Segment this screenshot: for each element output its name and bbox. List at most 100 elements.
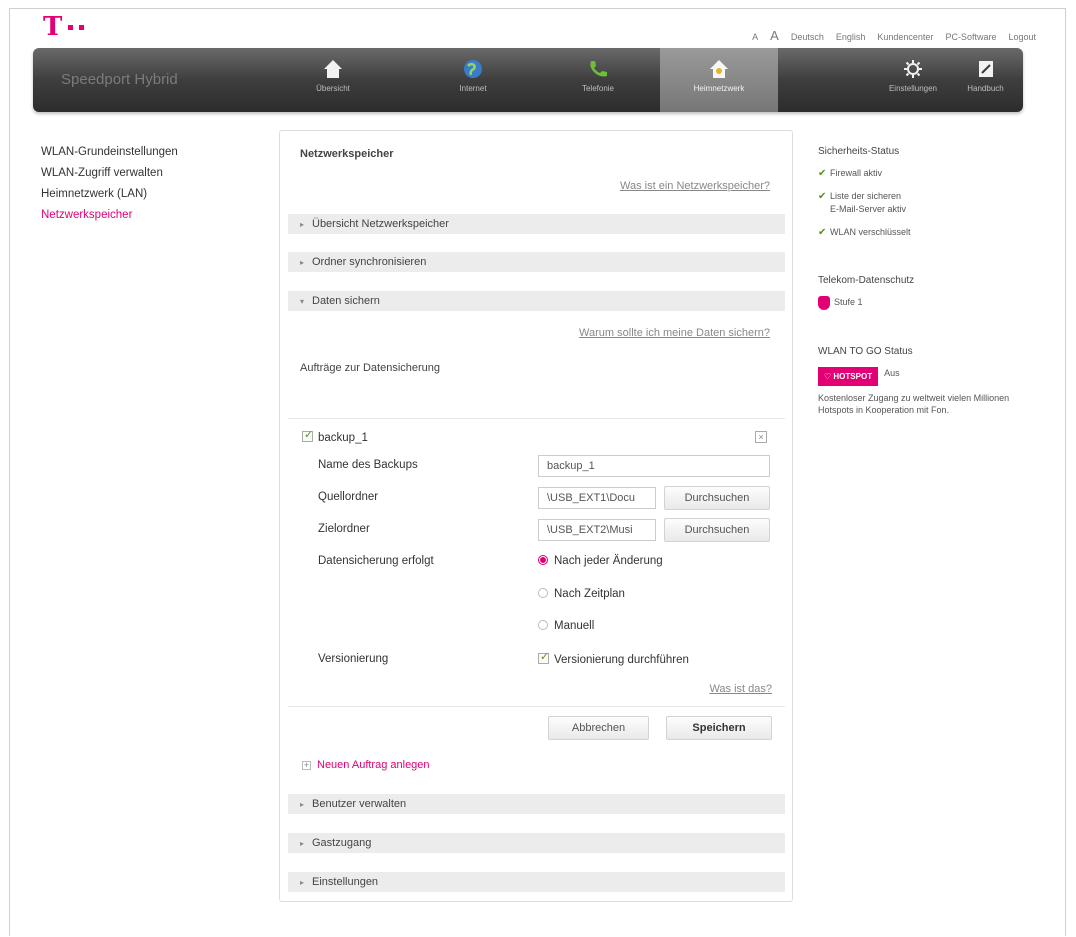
save-button[interactable]: Speichern <box>666 716 772 740</box>
nav-label: Einstellungen <box>888 84 938 93</box>
nav-label: Telefonie <box>581 84 615 93</box>
section-label: Daten sichern <box>312 295 380 307</box>
nav-item-internet[interactable]: Internet <box>428 48 518 112</box>
hotspot-badge-label: HOTSPOT <box>833 372 873 381</box>
section-label: Einstellungen <box>312 876 379 888</box>
logout-link[interactable]: Logout <box>1008 32 1036 42</box>
main-navigation: Speedport Hybrid Übersicht Internet Tele… <box>33 48 1023 112</box>
pc-software-link[interactable]: PC-Software <box>945 32 996 42</box>
target-folder-input[interactable] <box>538 519 656 541</box>
radio-manuell[interactable]: Manuell <box>538 620 594 632</box>
radio-label: Nach Zeitplan <box>554 588 625 600</box>
hotspot-description: Kostenloser Zugang zu weltweit vielen Mi… <box>818 393 1010 415</box>
help-link-daten-sichern[interactable]: Warum sollte ich meine Daten sichern? <box>579 327 770 339</box>
sidebar-item-netzwerkspeicher[interactable]: Netzwerkspeicher <box>41 209 178 221</box>
help-link-netzwerkspeicher[interactable]: Was ist ein Netzwerkspeicher? <box>620 180 770 192</box>
new-job-link[interactable]: + Neuen Auftrag anlegen <box>302 759 430 771</box>
home-icon <box>324 60 342 78</box>
nav-item-telefonie[interactable]: Telefonie <box>553 48 643 112</box>
nav-item-uebersicht[interactable]: Übersicht <box>288 48 378 112</box>
versioning-option[interactable]: Versionierung durchführen <box>538 650 689 666</box>
section-label: Gastzugang <box>312 837 372 849</box>
globe-icon <box>464 60 482 78</box>
hotspot-badge[interactable]: ♡ HOTSPOT <box>818 367 879 386</box>
status-item-firewall: ✔ Firewall aktiv <box>818 167 1038 180</box>
home-network-icon <box>710 60 728 78</box>
radio-label: Nach jeder Änderung <box>554 555 663 567</box>
privacy-level[interactable]: Stufe 1 <box>818 296 1038 310</box>
backup-name-label: Name des Backups <box>318 459 418 471</box>
hotspot-status: ♡ HOTSPOT Aus <box>818 367 1038 386</box>
nav-item-einstellungen[interactable]: Einstellungen <box>868 48 958 112</box>
phone-icon <box>590 61 607 77</box>
backup-job-name: backup_1 <box>318 432 368 444</box>
source-folder-input[interactable] <box>538 487 656 509</box>
chevron-down-icon: ▾ <box>300 297 305 306</box>
section-benutzer-verwalten[interactable]: ▸ Benutzer verwalten <box>288 794 785 814</box>
nav-label: Übersicht <box>316 84 350 93</box>
status-item-wlan: ✔ WLAN verschlüsselt <box>818 226 1038 239</box>
backup-name-input[interactable] <box>538 455 770 477</box>
sidebar-item-wlan-zugriff[interactable]: WLAN-Zugriff verwalten <box>41 167 178 179</box>
source-folder-label: Quellordner <box>318 491 379 503</box>
radio-unselected[interactable] <box>538 620 548 630</box>
status-column: Sicherheits-Status ✔ Firewall aktiv ✔ Lis… <box>818 146 1038 416</box>
target-folder-label: Zielordner <box>318 523 370 535</box>
font-size-large-link[interactable]: A <box>770 28 779 43</box>
status-item-email-server: ✔ Liste der sicheren E-Mail-Server aktiv <box>818 190 1038 216</box>
page-title: Netzwerkspeicher <box>300 148 394 160</box>
chevron-right-icon: ▸ <box>300 878 305 887</box>
nav-label: Handbuch <box>967 84 1004 93</box>
nav-item-heimnetzwerk[interactable]: Heimnetzwerk <box>660 48 778 112</box>
kundencenter-link[interactable]: Kundencenter <box>877 32 933 42</box>
logo-dot <box>68 24 74 30</box>
section-ordner-synchronisieren[interactable]: ▸ Ordner synchronisieren <box>288 252 785 272</box>
sidebar-item-heimnetzwerk-lan[interactable]: Heimnetzwerk (LAN) <box>41 188 178 200</box>
versioning-help-link[interactable]: Was ist das? <box>709 683 772 695</box>
brand-name: Speedport Hybrid <box>61 71 178 88</box>
section-einstellungen[interactable]: ▸ Einstellungen <box>288 872 785 892</box>
radio-selected[interactable] <box>538 555 548 565</box>
section-gastzugang[interactable]: ▸ Gastzugang <box>288 833 785 853</box>
status-text: WLAN verschlüsselt <box>830 227 911 237</box>
radio-nach-zeitplan[interactable]: Nach Zeitplan <box>538 588 625 600</box>
language-deutsch-link[interactable]: Deutsch <box>791 32 824 42</box>
privacy-level-text: Stufe 1 <box>834 297 863 307</box>
backup-enabled-checkbox[interactable] <box>302 428 313 442</box>
section-daten-sichern[interactable]: ▾ Daten sichern <box>288 291 785 311</box>
close-icon[interactable]: × <box>755 431 767 443</box>
divider <box>288 706 785 707</box>
browse-target-button[interactable]: Durchsuchen <box>664 518 770 542</box>
nav-item-handbuch[interactable]: Handbuch <box>948 48 1023 112</box>
hotspot-state: Aus <box>884 368 900 378</box>
versioning-checkbox[interactable] <box>538 650 549 664</box>
book-icon <box>978 61 993 77</box>
schedule-label: Datensicherung erfolgt <box>318 555 434 567</box>
status-text: Firewall aktiv <box>830 168 883 178</box>
section-label: Benutzer verwalten <box>312 798 407 810</box>
privacy-title: Telekom-Datenschutz <box>818 275 915 286</box>
status-text-group: Liste der sicheren E-Mail-Server aktiv <box>830 190 906 216</box>
chevron-right-icon: ▸ <box>300 839 305 848</box>
chevron-right-icon: ▸ <box>300 220 305 229</box>
gear-icon <box>904 60 922 78</box>
radio-nach-jeder-aenderung[interactable]: Nach jeder Änderung <box>538 555 663 567</box>
versioning-label: Versionierung <box>318 653 389 665</box>
logo-dot <box>79 24 85 30</box>
wlan-to-go-title: WLAN TO GO Status <box>818 346 913 357</box>
new-job-label: Neuen Auftrag anlegen <box>317 759 430 771</box>
backup-job-header[interactable]: backup_1 <box>302 428 368 444</box>
language-english-link[interactable]: English <box>836 32 866 42</box>
nav-label: Internet <box>459 84 487 93</box>
chevron-right-icon: ▸ <box>300 800 305 809</box>
check-icon: ✔ <box>818 168 827 179</box>
status-text: Liste der sicheren <box>830 191 902 201</box>
check-icon: ✔ <box>818 191 827 202</box>
cancel-button[interactable]: Abbrechen <box>548 716 649 740</box>
font-size-small-link[interactable]: A <box>752 32 758 42</box>
sidebar-item-wlan-grundeinstellungen[interactable]: WLAN-Grundeinstellungen <box>41 146 178 158</box>
radio-unselected[interactable] <box>538 588 548 598</box>
browse-source-button[interactable]: Durchsuchen <box>664 486 770 510</box>
section-uebersicht[interactable]: ▸ Übersicht Netzwerkspeicher <box>288 214 785 234</box>
telekom-logo[interactable]: T <box>43 14 85 40</box>
